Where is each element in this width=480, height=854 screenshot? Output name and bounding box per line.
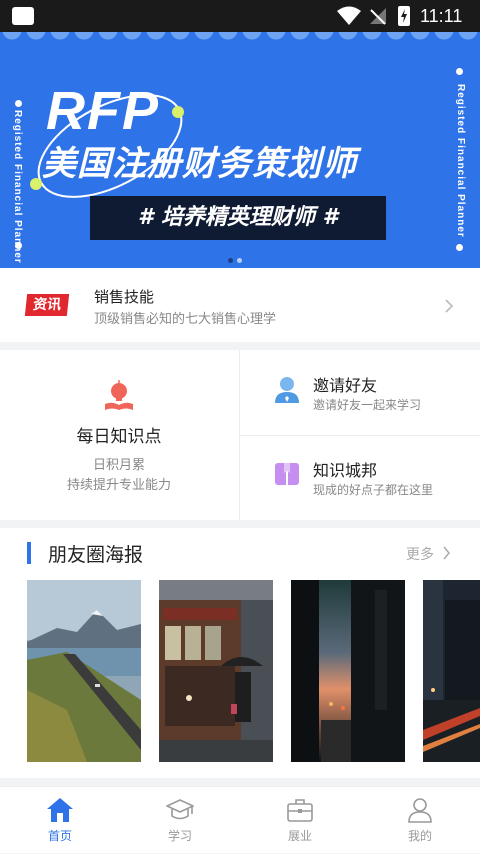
news-badge: 资讯 (24, 294, 70, 316)
tab-profile[interactable]: 我的 (360, 787, 480, 854)
no-signal-icon (370, 8, 386, 25)
user-icon (408, 798, 432, 823)
news-item[interactable]: 资讯 销售技能 顶级销售必知的七大销售心理学 (0, 268, 480, 342)
poster-night-city[interactable] (423, 580, 480, 762)
tab-study[interactable]: 学习 (120, 787, 240, 854)
tab-business-label: 展业 (287, 829, 312, 843)
sim-card-icon (12, 7, 34, 25)
battery-icon (398, 6, 410, 26)
promo-banner[interactable]: Registed Financial Planner Registed Fina… (0, 32, 480, 268)
book-icon (275, 463, 299, 485)
poster-tram-rain[interactable] (159, 580, 273, 762)
banner-slogan: # 培养精英理财师 # (90, 196, 386, 240)
bottom-tab-bar: 首页 学习 展业 我的 (0, 786, 480, 853)
tab-home-label: 首页 (47, 829, 72, 843)
side-dot (15, 242, 22, 249)
poster-image (291, 580, 405, 762)
side-dot (15, 100, 22, 107)
user-invite-icon (275, 377, 299, 403)
banner-title: 美国注册财务策划师 (42, 144, 357, 184)
home-icon (47, 798, 73, 822)
chevron-right-icon (445, 299, 454, 313)
tab-profile-label: 我的 (407, 829, 432, 843)
feature-grid: 每日知识点 日积月累 持续提升专业能力 邀请好友 邀请好友一起来学习 知识城邦 … (0, 350, 480, 520)
wifi-icon (337, 6, 361, 25)
knowledge-city-title: 知识城邦 (313, 461, 378, 480)
news-subtitle: 顶级销售必知的七大销售心理学 (94, 312, 277, 327)
briefcase-icon (287, 799, 313, 822)
side-dot (456, 68, 463, 75)
daily-knowledge-line2: 持续提升专业能力 (66, 478, 171, 493)
tab-business[interactable]: 展业 (240, 787, 360, 854)
knowledge-city-subtitle: 现成的好点子都在这里 (313, 483, 434, 497)
poster-section-title: 朋友圈海报 (48, 544, 144, 566)
invite-friends-card[interactable]: 邀请好友 邀请好友一起来学习 (240, 350, 480, 435)
banner-scallop-edge (0, 32, 480, 46)
graduation-cap-icon (166, 799, 194, 820)
invite-friends-subtitle: 邀请好友一起来学习 (313, 398, 422, 412)
banner-side-text-right: Registed Financial Planner (455, 84, 466, 238)
poster-image (159, 580, 273, 762)
poster-section: 朋友圈海报 更多 (0, 528, 480, 778)
daily-knowledge-line1: 日积月累 (92, 458, 145, 473)
daily-knowledge-title: 每日知识点 (76, 427, 162, 447)
more-link[interactable]: 更多 (406, 544, 434, 564)
clock-time: 11:11 (420, 6, 463, 26)
carousel-indicator (228, 248, 246, 267)
chevron-right-icon[interactable] (442, 546, 451, 560)
daily-knowledge-card[interactable]: 每日知识点 日积月累 持续提升专业能力 (0, 350, 238, 520)
section-accent-bar (27, 542, 31, 564)
news-title: 销售技能 (94, 288, 155, 306)
tab-home[interactable]: 首页 (0, 787, 120, 854)
invite-friends-title: 邀请好友 (313, 376, 378, 395)
carousel-dot (237, 258, 242, 263)
banner-logo: RFP (46, 81, 160, 141)
knowledge-city-card[interactable]: 知识城邦 现成的好点子都在这里 (240, 435, 480, 520)
tab-study-label: 学习 (167, 829, 192, 843)
banner-side-text-left: Registed Financial Planner (12, 110, 23, 264)
poster-city-dusk[interactable] (291, 580, 405, 762)
side-dot (456, 244, 463, 251)
lightbulb-book-icon (105, 380, 133, 410)
carousel-dot-active (228, 258, 233, 263)
poster-image (423, 580, 480, 762)
poster-image (27, 580, 141, 762)
status-bar: 11:11 (0, 0, 480, 32)
poster-mountain-lake[interactable] (27, 580, 141, 762)
